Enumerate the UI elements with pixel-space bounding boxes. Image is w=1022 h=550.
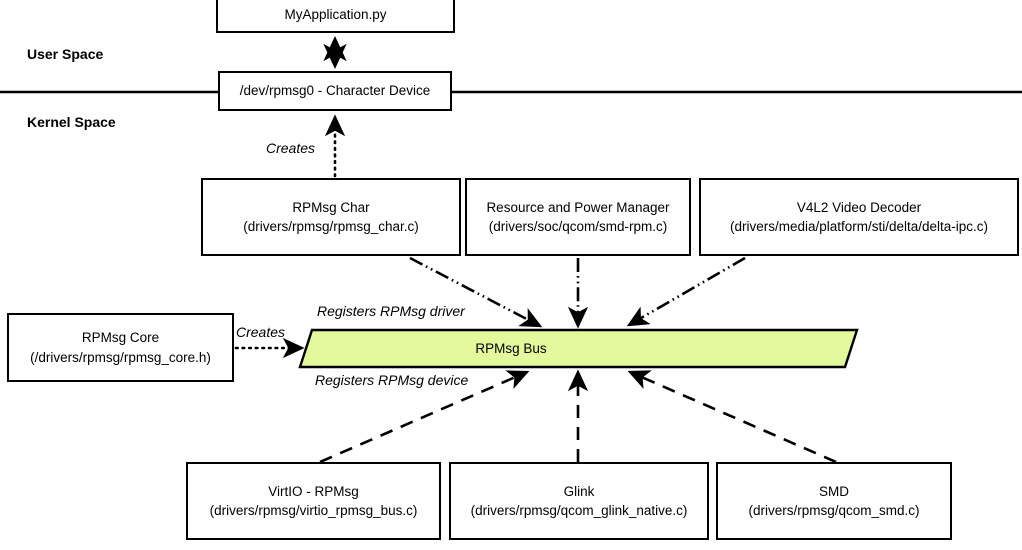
node-smd[interactable]: SMD (drivers/rpmsg/qcom_smd.c) xyxy=(716,462,952,540)
node-glink-line1: Glink xyxy=(563,483,595,499)
node-v4l2-video-decoder-line2: (drivers/media/platform/sti/delta/delta-… xyxy=(729,219,989,234)
connector-smd-to-bus xyxy=(627,370,837,464)
node-v4l2-video-decoder-line1: V4L2 Video Decoder xyxy=(796,199,922,215)
node-resource-power-manager[interactable]: Resource and Power Manager (drivers/soc/… xyxy=(465,178,691,256)
edge-label-registers-rpmsg-device: Registers RPMsg device xyxy=(315,372,469,388)
edge-label-creates-bus: Creates xyxy=(236,324,286,340)
node-rpmsg-char-line2: (drivers/rpmsg/rpmsg_char.c) xyxy=(243,219,419,234)
node-char-device[interactable]: /dev/rpmsg0 - Character Device xyxy=(218,71,452,111)
rpmsg-architecture-diagram: User Space Kernel Space MyApplication.py… xyxy=(0,0,1022,550)
node-application[interactable]: MyApplication.py xyxy=(216,0,455,33)
node-v4l2-video-decoder[interactable]: V4L2 Video Decoder (drivers/media/platfo… xyxy=(699,178,1019,256)
node-resource-power-manager-line1: Resource and Power Manager xyxy=(486,199,670,215)
node-rpmsg-char-line1: RPMsg Char xyxy=(292,199,370,215)
connector-v4l2-to-bus xyxy=(626,256,746,327)
node-virtio-rpmsg-line2: (drivers/rpmsg/virtio_rpmsg_bus.c) xyxy=(209,503,418,518)
node-char-device-line1: /dev/rpmsg0 - Character Device xyxy=(239,83,431,99)
node-virtio-rpmsg-line1: VirtIO - RPMsg xyxy=(268,483,359,499)
node-application-line1: MyApplication.py xyxy=(284,6,387,22)
node-rpmsg-char[interactable]: RPMsg Char (drivers/rpmsg/rpmsg_char.c) xyxy=(201,178,461,256)
region-label-user-space: User Space xyxy=(27,46,104,62)
node-smd-line1: SMD xyxy=(819,483,849,499)
node-smd-line2: (drivers/rpmsg/qcom_smd.c) xyxy=(748,503,920,518)
edge-label-registers-rpmsg-driver: Registers RPMsg driver xyxy=(317,303,465,319)
node-virtio-rpmsg[interactable]: VirtIO - RPMsg (drivers/rpmsg/virtio_rpm… xyxy=(186,462,441,540)
node-resource-power-manager-line2: (drivers/soc/qcom/smd-rpm.c) xyxy=(488,219,668,234)
node-rpmsg-bus-label: RPMsg Bus xyxy=(475,341,547,356)
region-label-kernel-space: Kernel Space xyxy=(27,114,116,130)
edge-label-creates-char-device: Creates xyxy=(266,140,316,156)
node-glink-line2: (drivers/rpmsg/qcom_glink_native.c) xyxy=(470,503,688,518)
node-glink[interactable]: Glink (drivers/rpmsg/qcom_glink_native.c… xyxy=(449,462,709,540)
